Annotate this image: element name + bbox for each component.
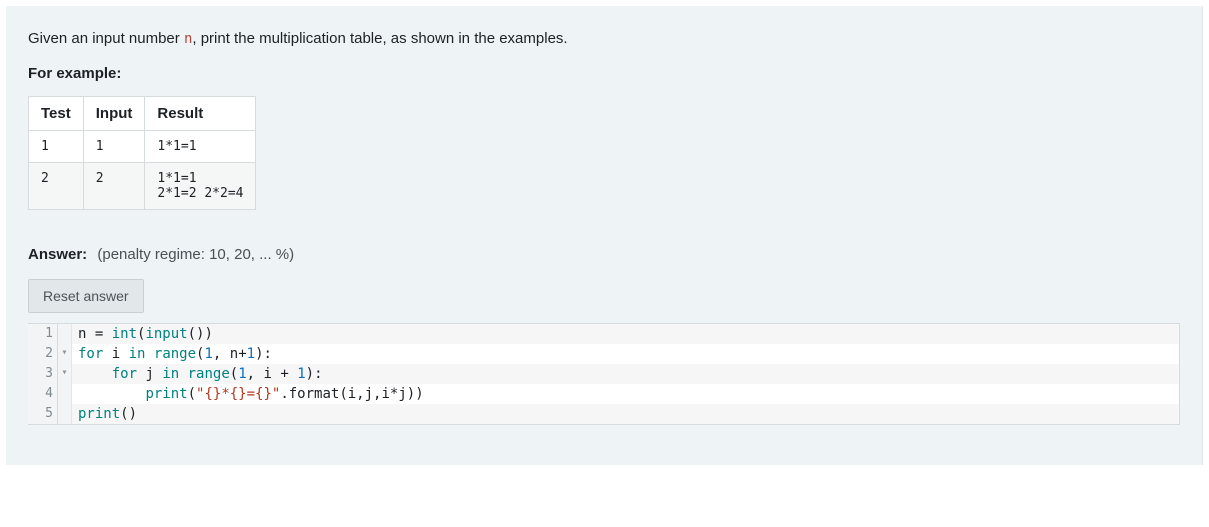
prompt-before: Given an input number <box>28 30 184 47</box>
cell-test: 1 <box>29 130 84 162</box>
code-content[interactable]: print("{}*{}={}".format(i,j,i*j)) <box>72 384 1179 404</box>
line-number: 1 <box>28 324 58 344</box>
answer-row: Answer: (penalty regime: 10, 20, ... %) <box>28 246 1180 263</box>
fold-toggle-icon <box>58 404 72 424</box>
col-result: Result <box>145 96 256 130</box>
line-number: 3 <box>28 364 58 384</box>
editor-line[interactable]: 2▾for i in range(1, n+1): <box>28 344 1179 364</box>
for-example-label: For example: <box>28 65 1180 82</box>
prompt-text: Given an input number n, print the multi… <box>28 28 1180 51</box>
code-content[interactable]: n = int(input()) <box>72 324 1179 344</box>
editor-line[interactable]: 1 n = int(input()) <box>28 324 1179 344</box>
fold-toggle-icon[interactable]: ▾ <box>58 364 72 384</box>
cell-result: 1*1=1 <box>145 130 256 162</box>
penalty-regime: (penalty regime: 10, 20, ... %) <box>97 246 294 263</box>
question-panel: Given an input number n, print the multi… <box>6 6 1203 465</box>
fold-toggle-icon <box>58 384 72 404</box>
line-number: 2 <box>28 344 58 364</box>
editor-line[interactable]: 5 print() <box>28 404 1179 424</box>
editor-line[interactable]: 3▾ for j in range(1, i + 1): <box>28 364 1179 384</box>
prompt-after: , print the multiplication table, as sho… <box>192 30 567 47</box>
cell-result: 1*1=1 2*1=2 2*2=4 <box>145 162 256 209</box>
code-content[interactable]: for j in range(1, i + 1): <box>72 364 1179 384</box>
table-row: 2 2 1*1=1 2*1=2 2*2=4 <box>29 162 256 209</box>
line-number: 4 <box>28 384 58 404</box>
answer-label: Answer: <box>28 246 87 263</box>
code-editor[interactable]: 1n = int(input())2▾for i in range(1, n+1… <box>28 323 1180 425</box>
code-content[interactable]: print() <box>72 404 1179 424</box>
reset-answer-button[interactable]: Reset answer <box>28 279 144 313</box>
cell-input: 1 <box>83 130 145 162</box>
fold-toggle-icon <box>58 324 72 344</box>
fold-toggle-icon[interactable]: ▾ <box>58 344 72 364</box>
editor-line[interactable]: 4 print("{}*{}={}".format(i,j,i*j)) <box>28 384 1179 404</box>
col-test: Test <box>29 96 84 130</box>
col-input: Input <box>83 96 145 130</box>
cell-input: 2 <box>83 162 145 209</box>
line-number: 5 <box>28 404 58 424</box>
code-content[interactable]: for i in range(1, n+1): <box>72 344 1179 364</box>
table-row: 1 1 1*1=1 <box>29 130 256 162</box>
examples-table: Test Input Result 1 1 1*1=1 2 2 1*1=1 2*… <box>28 96 256 210</box>
cell-test: 2 <box>29 162 84 209</box>
